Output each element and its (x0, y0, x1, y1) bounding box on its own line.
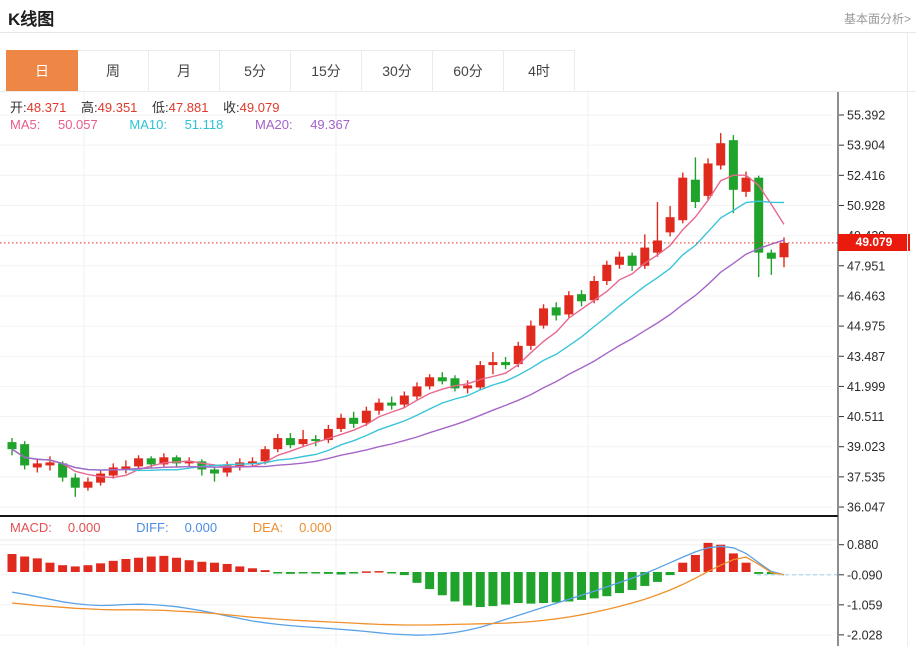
high-value: 49.351 (98, 100, 138, 115)
ma20-line (12, 240, 784, 470)
ma-readout: MA5: 50.057 MA10: 51.118 MA20: 49.367 (10, 117, 378, 132)
tab-30min[interactable]: 30分 (362, 50, 433, 92)
panel-separator (0, 515, 838, 517)
svg-text:44.975: 44.975 (847, 320, 885, 334)
svg-text:-1.059: -1.059 (847, 598, 882, 612)
low-label: 低: (152, 100, 169, 115)
svg-text:0.880: 0.880 (847, 538, 878, 552)
svg-text:-2.028: -2.028 (847, 628, 882, 642)
svg-text:55.392: 55.392 (847, 109, 885, 123)
open-label: 开: (10, 100, 27, 115)
high-label: 高: (81, 100, 98, 115)
svg-text:43.487: 43.487 (847, 350, 885, 364)
tab-60min[interactable]: 60分 (433, 50, 504, 92)
close-value: 49.079 (240, 100, 280, 115)
ma10-value: MA10: 51.118 (129, 117, 237, 132)
tab-month[interactable]: 月 (149, 50, 220, 92)
low-value: 47.881 (169, 100, 209, 115)
ma5-value: MA5: 50.057 (10, 117, 112, 132)
svg-text:52.416: 52.416 (847, 169, 885, 183)
svg-text:50.928: 50.928 (847, 199, 885, 213)
tab-15min[interactable]: 15分 (291, 50, 362, 92)
svg-text:41.999: 41.999 (847, 380, 885, 394)
chart-area: 55.39253.90452.41650.92849.43947.95146.4… (0, 92, 916, 646)
svg-text:40.511: 40.511 (847, 410, 884, 424)
tab-4hour[interactable]: 4时 (504, 50, 575, 92)
svg-text:36.047: 36.047 (847, 501, 885, 515)
svg-text:-0.090: -0.090 (847, 568, 882, 582)
current-price-tag: 49.079 (838, 234, 910, 251)
svg-text:39.023: 39.023 (847, 440, 885, 454)
svg-text:47.951: 47.951 (847, 259, 885, 273)
dea-value: DEA:0.000 (253, 520, 348, 535)
ma20-value: MA20: 49.367 (255, 117, 364, 132)
price-axis: 55.39253.90452.41650.92849.43947.95146.4… (838, 92, 885, 646)
tab-day[interactable]: 日 (6, 50, 78, 92)
fundamental-analysis-link[interactable]: 基本面分析> (844, 10, 911, 27)
svg-text:53.904: 53.904 (847, 139, 885, 153)
macd-value: MACD:0.000 (10, 520, 116, 535)
svg-text:37.535: 37.535 (847, 470, 885, 484)
ma10-line (12, 201, 784, 470)
timeframe-tab-bar: 日 周 月 5分 15分 30分 60分 4时 (6, 50, 575, 92)
panel-right-border (907, 33, 908, 646)
kline-widget: K线图 基本面分析> 日 周 月 5分 15分 30分 60分 4时 55.39… (0, 0, 916, 646)
tab-week[interactable]: 周 (78, 50, 149, 92)
header-divider (0, 32, 916, 33)
svg-text:46.463: 46.463 (847, 289, 885, 303)
open-value: 48.371 (27, 100, 67, 115)
close-label: 收: (223, 100, 240, 115)
macd-readout: MACD:0.000 DIFF:0.000 DEA:0.000 (10, 520, 364, 535)
tab-5min[interactable]: 5分 (220, 50, 291, 92)
kline-chart-canvas[interactable]: 55.39253.90452.41650.92849.43947.95146.4… (0, 92, 916, 646)
page-title: K线图 (8, 5, 54, 30)
ohlc-readout: 开:48.371 高:49.351 低:47.881 收:49.079 (10, 97, 290, 116)
diff-value: DIFF:0.000 (136, 520, 233, 535)
